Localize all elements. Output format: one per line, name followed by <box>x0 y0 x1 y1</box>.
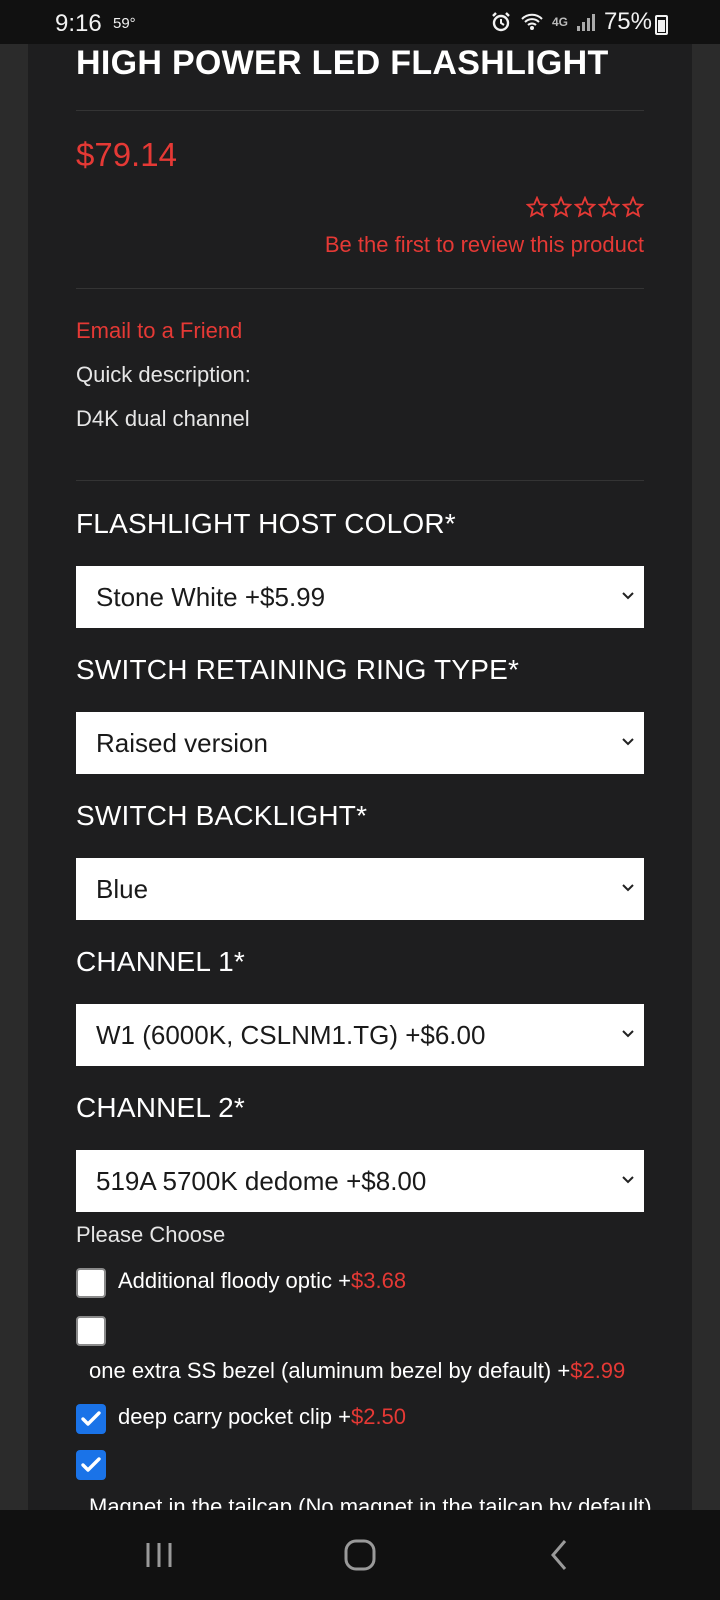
addon-label: deep carry pocket clip +$2.50 <box>118 1404 406 1430</box>
back-icon[interactable] <box>545 1510 575 1600</box>
addon-label-text: deep carry pocket clip + <box>118 1404 351 1429</box>
retaining-ring-select[interactable]: Raised version <box>76 712 644 774</box>
option-label-channel-1: CHANNEL 1* <box>76 946 246 977</box>
battery-percent: 75% <box>603 8 652 35</box>
addon-price: $2.50 <box>350 1404 407 1429</box>
addon-checkbox-ss-bezel[interactable] <box>76 1316 106 1346</box>
addon-label: one extra SS bezel (aluminum bezel by de… <box>89 1358 625 1384</box>
divider <box>76 110 644 111</box>
star-icon <box>550 196 572 218</box>
option-label-switch-backlight: SWITCH BACKLIGHT* <box>76 800 368 831</box>
addon-price: $2.99 <box>570 1358 626 1383</box>
star-icon <box>526 196 548 218</box>
rating-stars <box>526 196 644 218</box>
star-icon <box>574 196 596 218</box>
star-icon <box>622 196 644 218</box>
select-value: Stone White +$5.99 <box>96 582 326 612</box>
addons-label: Please Choose <box>76 1222 226 1247</box>
chevron-down-icon <box>622 1176 634 1184</box>
divider <box>76 288 644 289</box>
select-value: Blue <box>96 874 149 904</box>
select-value: W1 (6000K, CSLNM1.TG) +$6.00 <box>96 1020 486 1050</box>
alarm-icon <box>492 12 510 32</box>
select-value: 519A 5700K dedome +$8.00 <box>96 1166 427 1196</box>
check-icon <box>81 1411 101 1426</box>
system-nav-bar <box>0 1510 720 1600</box>
addon-price: $3.68 <box>351 1268 407 1293</box>
addon-checkbox-tailcap-magnet[interactable] <box>76 1450 106 1480</box>
addon-label-text: Additional floody optic + <box>118 1268 351 1293</box>
option-label-channel-2: CHANNEL 2* <box>76 1092 246 1123</box>
status-time: 9:16 <box>55 10 102 37</box>
review-link[interactable]: Be the first to review this product <box>325 232 644 258</box>
switch-backlight-select[interactable]: Blue <box>76 858 644 920</box>
channel-1-select[interactable]: W1 (6000K, CSLNM1.TG) +$6.00 <box>76 1004 644 1066</box>
quick-description-label: Quick description: <box>76 362 251 387</box>
chevron-down-icon <box>622 592 634 600</box>
addon-checkbox-floody-optic[interactable] <box>76 1268 106 1298</box>
recent-apps-icon[interactable] <box>140 1510 180 1600</box>
status-icons: 4G 75% <box>490 8 652 36</box>
host-color-select[interactable]: Stone White +$5.99 <box>76 566 644 628</box>
select-value: Raised version <box>96 728 268 758</box>
chevron-down-icon <box>622 884 634 892</box>
email-friend-link[interactable]: Email to a Friend <box>76 318 242 344</box>
battery-icon <box>655 15 668 35</box>
chevron-down-icon <box>622 1030 634 1038</box>
chevron-down-icon <box>622 738 634 746</box>
divider <box>76 480 644 481</box>
option-label-host-color: FLASHLIGHT HOST COLOR* <box>76 508 456 539</box>
quick-description-text: D4K dual channel <box>76 406 250 431</box>
status-temperature: 59° <box>113 15 136 32</box>
home-icon[interactable] <box>340 1510 380 1600</box>
addon-checkbox-pocket-clip[interactable] <box>76 1404 106 1434</box>
addon-label: Additional floody optic +$3.68 <box>118 1268 406 1294</box>
status-bar: 9:16 59° 4G 75% <box>0 0 720 44</box>
wifi-icon <box>521 13 543 30</box>
star-icon <box>598 196 620 218</box>
network-type-label: 4G <box>551 15 568 29</box>
check-icon <box>81 1457 101 1472</box>
product-title: HIGH POWER LED FLASHLIGHT <box>76 44 609 82</box>
option-label-retaining-ring: SWITCH RETAINING RING TYPE* <box>76 654 520 685</box>
addon-label-text: one extra SS bezel (aluminum bezel by de… <box>89 1358 571 1383</box>
channel-2-select[interactable]: 519A 5700K dedome +$8.00 <box>76 1150 644 1212</box>
product-price: $79.14 <box>76 136 177 173</box>
signal-icon <box>576 14 595 31</box>
